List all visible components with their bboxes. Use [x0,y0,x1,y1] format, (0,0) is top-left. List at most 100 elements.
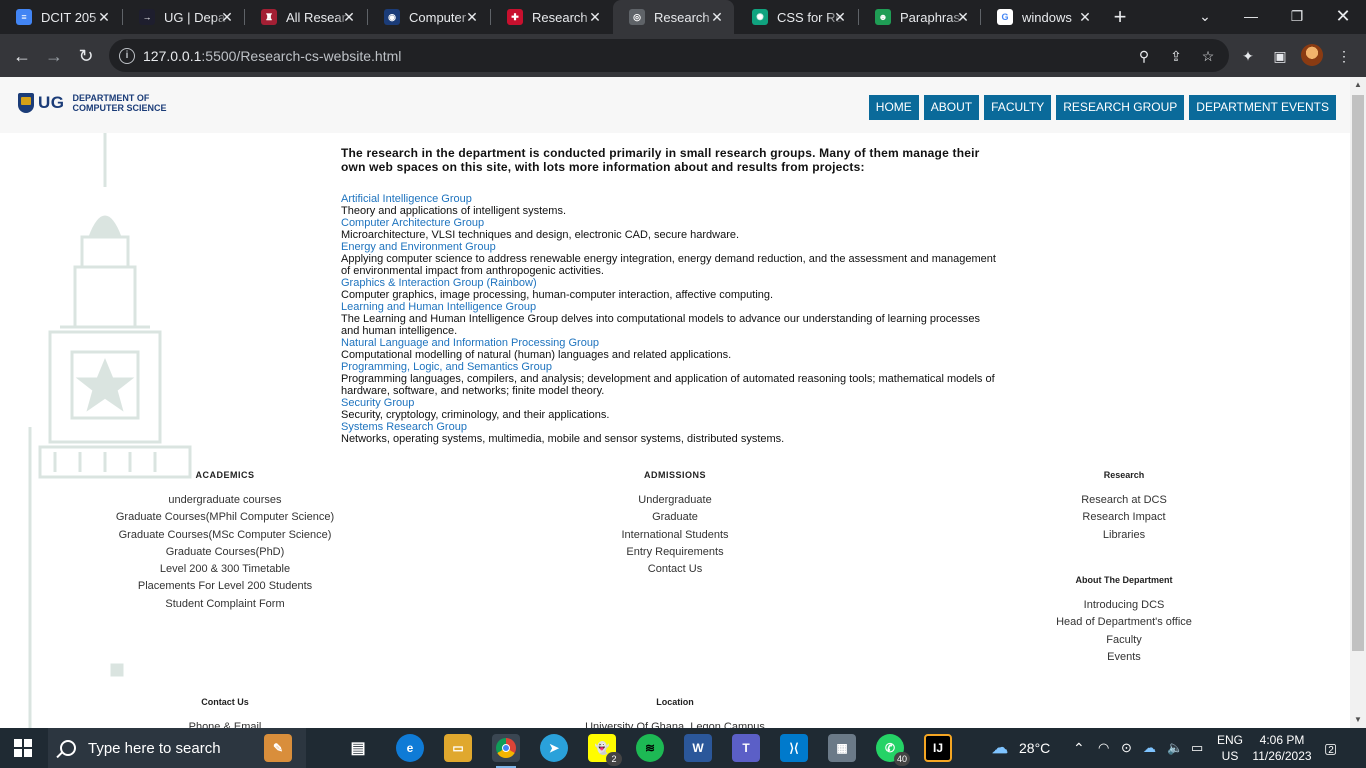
footer-admissions-link[interactable]: International Students [575,527,775,544]
research-group-link[interactable]: Security Group [341,397,1001,409]
research-group-link[interactable]: Energy and Environment Group [341,241,1001,253]
weather-temp[interactable]: 28°C [1019,728,1050,768]
vscode-icon[interactable]: ⟩⟨ [780,734,808,762]
volume-icon[interactable]: 🔈 [1167,728,1183,768]
nav-about[interactable]: ABOUT [923,95,980,120]
research-group-link[interactable]: Learning and Human Intelligence Group [341,301,1001,313]
notification-center-icon[interactable]: ▢ 2 [1324,728,1337,768]
tab-close-icon[interactable]: ✕ [709,9,725,25]
research-group-link[interactable]: Computer Architecture Group [341,217,1001,229]
footer-research-link[interactable]: Research at DCS [1024,492,1224,509]
browser-tab[interactable]: ✺ CSS for Re ✕ [736,0,857,34]
nav-department-events[interactable]: DEPARTMENT EVENTS [1189,95,1336,120]
extensions-puzzle-icon[interactable]: ✦ [1239,47,1257,65]
footer-academics-link[interactable]: Student Complaint Form [100,596,350,613]
input-language[interactable]: ENG US [1212,732,1248,764]
tab-close-icon[interactable]: ✕ [341,9,357,25]
footer-admissions-link[interactable]: Contact Us [575,561,775,578]
file-explorer-icon[interactable]: ▭ [444,734,472,762]
tab-close-icon[interactable]: ✕ [464,9,480,25]
back-button[interactable]: ← [8,42,36,70]
tab-close-icon[interactable]: ✕ [832,9,848,25]
nav-research-group[interactable]: RESEARCH GROUP [1056,95,1185,120]
edge-icon[interactable]: e [396,734,424,762]
intellij-icon[interactable]: IJ [924,734,952,762]
browser-tab[interactable]: ♜ All Resear ✕ [245,0,366,34]
research-group-link[interactable]: Programming, Logic, and Semantics Group [341,361,1001,373]
tab-search-icon[interactable]: ⌄ [1182,0,1228,32]
reload-button[interactable]: ↻ [72,42,100,70]
footer-admissions-link[interactable]: Entry Requirements [575,544,775,561]
browser-tab[interactable]: ◉ Computer ✕ [368,0,489,34]
snapchat-icon[interactable]: 👻 2 [588,734,622,766]
scroll-up-arrow-icon[interactable]: ▲ [1350,77,1366,93]
tab-close-icon[interactable]: ✕ [587,9,603,25]
research-group-link[interactable]: Graphics & Interaction Group (Rainbow) [341,277,1001,289]
footer-phone-email-link[interactable]: Phone & Email [125,719,325,728]
whatsapp-icon[interactable]: ✆ 40 [876,734,910,766]
teams-icon[interactable]: T [732,734,760,762]
chrome-icon[interactable] [492,734,520,768]
browser-tab[interactable]: → UG | Depa ✕ [123,0,244,34]
word-icon[interactable]: W [684,734,712,762]
footer-academics-link[interactable]: Graduate Courses(MSc Computer Science) [100,527,350,544]
weather-icon[interactable]: ☁ [986,734,1014,762]
footer-admissions-link[interactable]: Undergraduate [575,492,775,509]
nav-faculty[interactable]: FACULTY [984,95,1052,120]
browser-tab[interactable]: Gwindows ✕ [981,0,1102,34]
footer-research-link[interactable]: Research Impact [1024,509,1224,526]
research-group-link[interactable]: Natural Language and Information Process… [341,337,1001,349]
widgets-notes-icon[interactable]: ✎ [264,734,292,762]
tab-close-icon[interactable]: ✕ [955,9,971,25]
footer-about-link[interactable]: Faculty [1024,632,1224,649]
browser-tab[interactable]: ☻ Paraphras ✕ [859,0,980,34]
tray-overflow-chevron-icon[interactable]: ⌃ [1073,728,1085,768]
research-group-link[interactable]: Systems Research Group [341,421,1001,433]
footer-academics-link[interactable]: undergraduate courses [100,492,350,509]
footer-research-link[interactable]: Libraries [1024,527,1224,544]
image-viewer-icon[interactable]: ▦ [828,734,856,762]
forward-button[interactable]: → [40,42,68,70]
footer-academics-link[interactable]: Graduate Courses(MPhil Computer Science) [100,509,350,526]
restore-button[interactable]: ❐ [1274,0,1320,32]
research-group-link[interactable]: Artificial Intelligence Group [341,193,1001,205]
tab-close-icon[interactable]: ✕ [1077,9,1093,25]
url-text[interactable]: 127.0.0.1:5500/Research-cs-website.html [143,48,401,64]
share-icon[interactable]: ⇪ [1167,47,1185,65]
scroll-down-arrow-icon[interactable]: ▼ [1350,712,1366,728]
telegram-icon[interactable]: ➤ [540,734,568,762]
footer-academics-link[interactable]: Level 200 & 300 Timetable [100,561,350,578]
battery-icon[interactable]: ▭ [1191,728,1203,768]
task-view-icon[interactable]: ▤ [344,734,372,762]
site-info-icon[interactable]: i [119,47,135,64]
profile-avatar[interactable] [1301,44,1323,66]
footer-about-link[interactable]: Introducing DCS [1024,597,1224,614]
wifi-icon[interactable]: ◠ [1098,728,1109,768]
address-bar[interactable]: i 127.0.0.1:5500/Research-cs-website.htm… [109,39,1229,72]
footer-academics-link[interactable]: Graduate Courses(PhD) [100,544,350,561]
zoom-icon[interactable]: ⚲ [1135,47,1153,65]
onedrive-icon[interactable]: ☁ [1143,728,1156,768]
side-panel-icon[interactable]: ▣ [1271,47,1289,65]
menu-kebab-icon[interactable]: ⋮ [1335,47,1353,65]
nav-home[interactable]: HOME [868,95,919,120]
browser-tab[interactable]: ≡ DCIT 205 ✕ [0,0,121,34]
footer-admissions-link[interactable]: Graduate [575,509,775,526]
browser-tab[interactable]: ◎ Research ✕ [613,0,734,34]
spotify-icon[interactable]: ≋ [636,734,664,762]
page-scrollbar[interactable]: ▲ ▼ [1350,77,1366,728]
bookmark-star-icon[interactable]: ☆ [1199,47,1217,65]
tab-close-icon[interactable]: ✕ [219,9,235,25]
windows-start-icon[interactable] [14,739,32,757]
new-tab-button[interactable]: + [1108,5,1132,29]
tab-close-icon[interactable]: ✕ [96,9,112,25]
footer-about-link[interactable]: Head of Department's office [1024,614,1224,631]
clock[interactable]: 4:06 PM 11/26/2023 [1248,732,1316,764]
battery-saver-icon[interactable]: ⊙ [1121,728,1132,768]
minimize-button[interactable]: — [1228,0,1274,32]
close-window-button[interactable]: ✕ [1320,0,1366,32]
footer-about-link[interactable]: Events [1024,649,1224,666]
browser-tab[interactable]: ✚ Research ✕ [491,0,612,34]
footer-academics-link[interactable]: Placements For Level 200 Students [100,578,350,595]
ug-logo[interactable]: UG DEPARTMENT OF COMPUTER SCIENCE [18,93,167,113]
